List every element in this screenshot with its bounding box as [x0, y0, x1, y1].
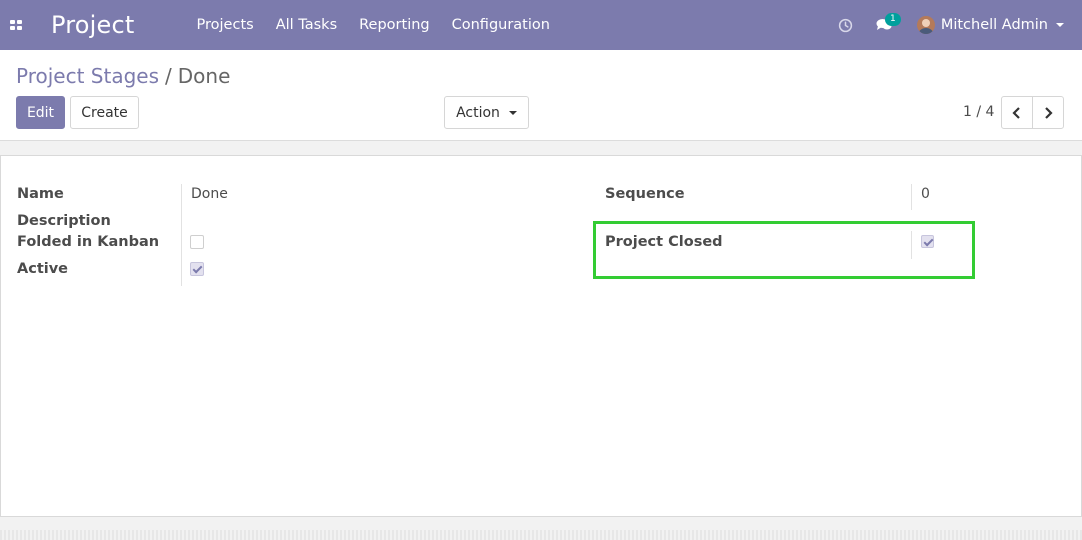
chevron-down-icon	[1056, 23, 1064, 27]
chat-icon[interactable]: 1	[869, 0, 901, 50]
breadcrumb-parent-link[interactable]: Project Stages	[16, 64, 159, 88]
breadcrumb: Project Stages / Done	[16, 64, 230, 88]
form-sheet	[0, 155, 1082, 517]
chevron-right-icon	[1045, 106, 1053, 119]
messages-badge: 1	[884, 13, 901, 26]
left-group-divider	[181, 184, 182, 286]
description-label: Description	[17, 213, 111, 229]
breadcrumb-current: Done	[177, 64, 231, 88]
pager-next-button[interactable]	[1032, 96, 1064, 129]
name-label: Name	[17, 186, 64, 202]
apps-grid-icon[interactable]	[0, 0, 32, 50]
menu-item-reporting[interactable]: Reporting	[348, 0, 441, 50]
edit-button[interactable]: Edit	[16, 96, 65, 129]
create-button[interactable]: Create	[70, 96, 139, 129]
user-name: Mitchell Admin	[940, 17, 1048, 33]
action-label: Action	[456, 104, 500, 121]
action-dropdown-button[interactable]: Action	[444, 96, 529, 129]
main-menu: Projects All Tasks Reporting Configurati…	[186, 0, 561, 50]
app-title: Project	[51, 11, 135, 39]
highlight-box	[593, 221, 975, 279]
folded-in-kanban-checkbox[interactable]	[190, 235, 204, 249]
sheet-bottom-edge	[0, 530, 1082, 540]
menu-item-all-tasks[interactable]: All Tasks	[265, 0, 348, 50]
caret-down-icon	[508, 110, 517, 115]
clock-icon[interactable]	[831, 0, 861, 50]
active-label: Active	[17, 261, 69, 277]
top-navbar: Project Projects All Tasks Reporting Con…	[0, 0, 1082, 50]
navbar-systray: 1 Mitchell Admin	[831, 0, 1082, 50]
menu-item-configuration[interactable]: Configuration	[441, 0, 561, 50]
avatar	[916, 16, 935, 34]
pager-value[interactable]: 1 / 4	[963, 104, 994, 120]
pager-previous-button[interactable]	[1001, 96, 1033, 129]
breadcrumb-separator: /	[165, 64, 172, 88]
sequence-divider	[911, 184, 912, 210]
sequence-label: Sequence	[605, 186, 685, 202]
control-panel: Project Stages / Done Edit Create Action 1…	[0, 50, 1082, 141]
chevron-left-icon	[1012, 106, 1020, 119]
user-menu[interactable]: Mitchell Admin	[916, 16, 1064, 34]
active-checkbox[interactable]	[190, 262, 204, 276]
name-value: Done	[191, 186, 228, 202]
menu-item-projects[interactable]: Projects	[186, 0, 265, 50]
folded-in-kanban-label: Folded in Kanban	[17, 234, 160, 250]
sequence-value: 0	[921, 186, 930, 202]
